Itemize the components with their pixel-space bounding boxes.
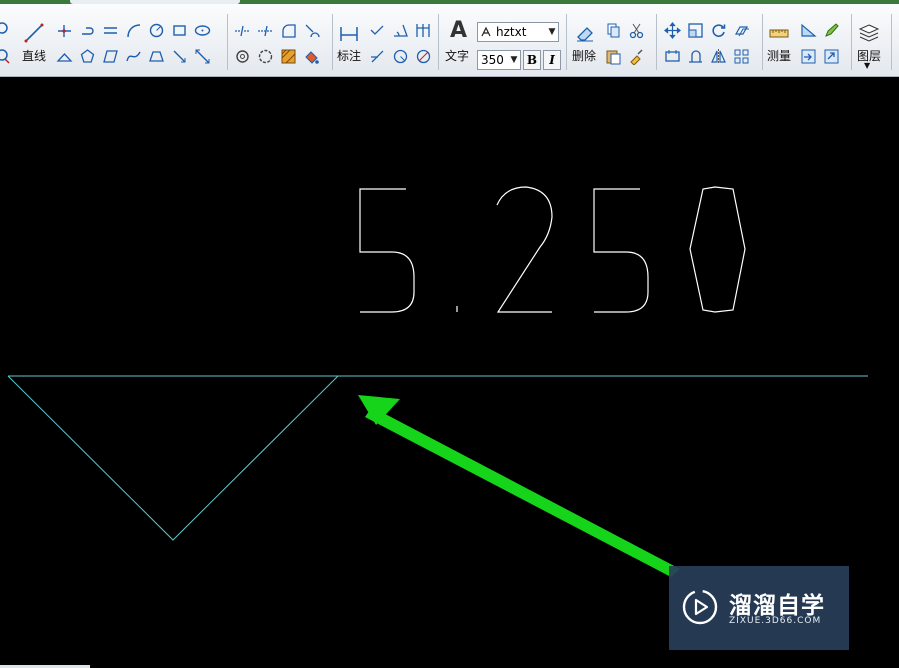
watermark-title: 溜溜自学 — [729, 593, 825, 619]
pentagon-icon[interactable] — [77, 46, 98, 67]
text-size-value: 350 — [481, 53, 504, 67]
match-properties-icon[interactable] — [626, 46, 647, 67]
font-select[interactable]: hztxt ▼ — [477, 22, 559, 42]
text-tool-icon[interactable]: A — [450, 18, 467, 43]
chevron-down-icon[interactable]: ▼ — [508, 55, 520, 65]
separator — [566, 14, 567, 70]
chevron-down-icon[interactable]: ▼ — [546, 27, 558, 37]
radius-dimension-icon[interactable] — [390, 46, 411, 67]
rectangle-icon[interactable] — [169, 20, 190, 41]
aligned-dimension-icon[interactable] — [367, 20, 388, 41]
digit-2 — [496, 186, 553, 313]
trim-icon[interactable] — [232, 20, 253, 41]
layers-icon[interactable] — [858, 22, 880, 44]
polyline-icon[interactable] — [54, 20, 75, 41]
insert-block-icon[interactable] — [798, 46, 819, 67]
delete-label[interactable]: 删除 — [572, 47, 596, 64]
construction-line-icon[interactable] — [192, 46, 213, 67]
continue-dimension-icon[interactable] — [413, 20, 434, 41]
pointer-arrow — [358, 395, 680, 577]
text-tool-label[interactable]: 文字 — [445, 47, 469, 64]
digit-0 — [689, 186, 746, 313]
triangle-icon[interactable] — [54, 46, 75, 67]
dimension-tool-label[interactable]: 标注 — [337, 47, 361, 64]
separator — [762, 14, 763, 70]
watermark-url: ZIXUE.3D66.COM — [729, 616, 822, 626]
eraser-icon[interactable] — [574, 22, 596, 44]
angular-dimension-icon[interactable] — [390, 20, 411, 41]
move-icon[interactable] — [662, 20, 683, 41]
offset-icon[interactable] — [731, 20, 752, 41]
double-line-icon[interactable] — [100, 20, 121, 41]
ordinate-dimension-icon[interactable] — [367, 46, 388, 67]
separator — [851, 14, 852, 70]
ribbon-toolbar: 直线 标注 A 文字 hztxt ▼ 350 ▼ B I 删除 测量 图层 ▼ — [0, 4, 899, 77]
digit-5 — [359, 188, 415, 313]
arrow-shaft — [365, 407, 680, 577]
paste-icon[interactable] — [603, 46, 624, 67]
bold-button[interactable]: B — [523, 50, 541, 70]
rotate-icon[interactable] — [708, 20, 729, 41]
mirror-icon[interactable] — [708, 46, 729, 67]
font-type-icon — [481, 26, 491, 37]
trapezoid-icon[interactable] — [146, 46, 167, 67]
separator — [332, 14, 333, 70]
zoom-icon[interactable] — [0, 18, 12, 39]
copy-icon[interactable] — [603, 20, 624, 41]
pencil-icon[interactable] — [821, 20, 842, 41]
line-tool-icon[interactable] — [23, 22, 45, 44]
break-icon[interactable] — [685, 46, 706, 67]
digit-5-second — [593, 188, 649, 313]
hatch-icon[interactable] — [278, 46, 299, 67]
array-icon[interactable] — [731, 46, 752, 67]
elevation-symbol[interactable] — [7, 375, 868, 541]
extend-icon[interactable] — [255, 20, 276, 41]
fill-bucket-icon[interactable] — [301, 46, 322, 67]
separator — [438, 14, 439, 70]
circle-icon[interactable] — [146, 20, 167, 41]
area-measure-icon[interactable] — [798, 20, 819, 41]
gear-a-icon[interactable] — [232, 46, 253, 67]
play-logo-icon — [682, 589, 718, 625]
chamfer-icon[interactable] — [301, 20, 322, 41]
separator — [891, 14, 892, 70]
text-size-select[interactable]: 350 ▼ — [477, 50, 521, 70]
ellipse-icon[interactable] — [192, 20, 213, 41]
diameter-dimension-icon[interactable] — [413, 46, 434, 67]
ruler-icon[interactable] — [768, 22, 790, 44]
fillet-icon[interactable] — [278, 20, 299, 41]
dimension-tool-icon[interactable] — [338, 22, 360, 44]
elevation-triangle[interactable] — [7, 375, 339, 541]
spline-icon[interactable] — [123, 46, 144, 67]
layer-dropdown-icon[interactable]: ▼ — [864, 61, 870, 70]
ray-icon[interactable] — [169, 46, 190, 67]
arc-icon[interactable] — [123, 20, 144, 41]
font-select-value: hztxt — [496, 25, 527, 39]
line-tool-label[interactable]: 直线 — [22, 47, 46, 64]
italic-button[interactable]: I — [543, 50, 561, 70]
measure-label[interactable]: 测量 — [767, 47, 791, 64]
scale-icon[interactable] — [685, 20, 706, 41]
watermark-badge: 溜溜自学 ZIXUE.3D66.COM — [669, 566, 849, 650]
dimension-text-strokes[interactable]: 5.250 — [359, 186, 746, 313]
zoom-window-icon[interactable] — [0, 45, 12, 66]
stretch-icon[interactable] — [662, 46, 683, 67]
gear-b-icon[interactable] — [255, 46, 276, 67]
cut-icon[interactable] — [626, 20, 647, 41]
export-block-icon[interactable] — [821, 46, 842, 67]
separator — [656, 14, 657, 70]
parallelogram-icon[interactable] — [100, 46, 121, 67]
arc-line-icon[interactable] — [77, 20, 98, 41]
separator — [227, 14, 228, 70]
